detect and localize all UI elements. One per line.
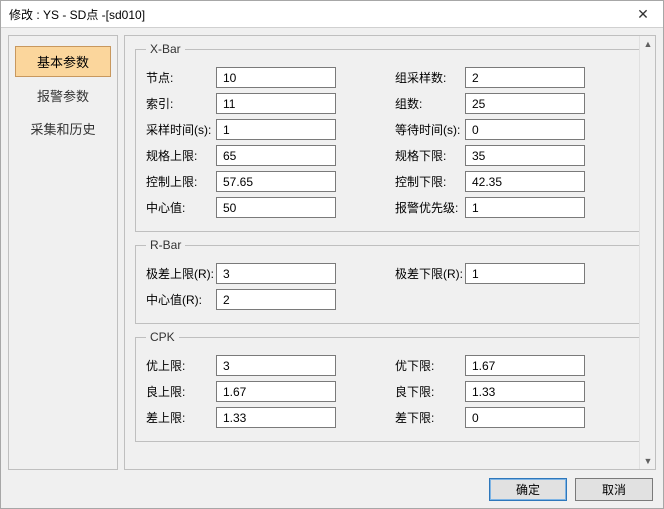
label-range-upper: 极差上限(R): (146, 265, 216, 282)
label-wait-time: 等待时间(s): (395, 121, 465, 138)
label-node: 节点: (146, 69, 216, 86)
content-panel: X-Bar 节点: 组采样数: 索引: (124, 35, 656, 470)
group-cpk-legend: CPK (146, 330, 179, 344)
sidebar-item-label: 报警参数 (37, 89, 89, 104)
chevron-up-icon: ▲ (644, 39, 653, 49)
input-index[interactable] (216, 93, 336, 114)
chevron-down-icon: ▼ (644, 456, 653, 466)
label-exc-lower: 优下限: (395, 357, 465, 374)
label-range-lower: 极差下限(R): (395, 265, 465, 282)
input-sample-time[interactable] (216, 119, 336, 140)
group-rbar-legend: R-Bar (146, 238, 185, 252)
close-icon: ✕ (637, 6, 649, 23)
dialog-window: 修改 : YS - SD点 -[sd010] ✕ 基本参数 报警参数 采集和历史… (0, 0, 664, 509)
input-exc-upper[interactable] (216, 355, 336, 376)
input-exc-lower[interactable] (465, 355, 585, 376)
sidebar-item-collect-history[interactable]: 采集和历史 (15, 114, 111, 143)
group-xbar-legend: X-Bar (146, 42, 185, 56)
footer: 确定 取消 (1, 470, 663, 508)
input-spec-upper[interactable] (216, 145, 336, 166)
input-ctrl-lower[interactable] (465, 171, 585, 192)
label-exc-upper: 优上限: (146, 357, 216, 374)
label-spec-upper: 规格上限: (146, 147, 216, 164)
scroll-area: X-Bar 节点: 组采样数: 索引: (125, 36, 639, 469)
scroll-up-button[interactable]: ▲ (640, 36, 656, 52)
sidebar: 基本参数 报警参数 采集和历史 (8, 35, 118, 470)
label-good-upper: 良上限: (146, 383, 216, 400)
ok-button-label: 确定 (516, 481, 540, 498)
input-poor-lower[interactable] (465, 407, 585, 428)
input-good-lower[interactable] (465, 381, 585, 402)
cancel-button[interactable]: 取消 (575, 478, 653, 501)
label-spec-lower: 规格下限: (395, 147, 465, 164)
input-node[interactable] (216, 67, 336, 88)
titlebar: 修改 : YS - SD点 -[sd010] ✕ (1, 1, 663, 28)
input-good-upper[interactable] (216, 381, 336, 402)
sidebar-item-basic-params[interactable]: 基本参数 (15, 46, 111, 77)
window-title: 修改 : YS - SD点 -[sd010] (9, 6, 145, 23)
label-group-count: 组数: (395, 95, 465, 112)
cancel-button-label: 取消 (602, 481, 626, 498)
label-poor-lower: 差下限: (395, 409, 465, 426)
label-index: 索引: (146, 95, 216, 112)
group-xbar: X-Bar 节点: 组采样数: 索引: (135, 42, 639, 232)
label-poor-upper: 差上限: (146, 409, 216, 426)
body-area: 基本参数 报警参数 采集和历史 X-Bar 节点: (1, 28, 663, 470)
vertical-scrollbar[interactable]: ▲ ▼ (639, 36, 655, 469)
input-range-lower[interactable] (465, 263, 585, 284)
label-sample-time: 采样时间(s): (146, 121, 216, 138)
input-center-r[interactable] (216, 289, 336, 310)
label-ctrl-upper: 控制上限: (146, 173, 216, 190)
scroll-down-button[interactable]: ▼ (640, 453, 656, 469)
input-center[interactable] (216, 197, 336, 218)
label-ctrl-lower: 控制下限: (395, 173, 465, 190)
label-center-r: 中心值(R): (146, 291, 216, 308)
ok-button[interactable]: 确定 (489, 478, 567, 501)
input-group-count[interactable] (465, 93, 585, 114)
sidebar-item-label: 采集和历史 (30, 122, 95, 137)
close-button[interactable]: ✕ (623, 1, 663, 27)
input-poor-upper[interactable] (216, 407, 336, 428)
input-spec-lower[interactable] (465, 145, 585, 166)
input-alarm-prio[interactable] (465, 197, 585, 218)
label-group-samples: 组采样数: (395, 69, 465, 86)
label-good-lower: 良下限: (395, 383, 465, 400)
input-group-samples[interactable] (465, 67, 585, 88)
group-cpk: CPK 优上限: 优下限: 良上限: (135, 330, 639, 442)
group-rbar: R-Bar 极差上限(R): 极差下限(R): 中心值( (135, 238, 639, 324)
sidebar-item-label: 基本参数 (37, 55, 89, 70)
label-alarm-prio: 报警优先级: (395, 199, 465, 216)
label-center: 中心值: (146, 199, 216, 216)
input-ctrl-upper[interactable] (216, 171, 336, 192)
input-range-upper[interactable] (216, 263, 336, 284)
input-wait-time[interactable] (465, 119, 585, 140)
sidebar-item-alarm-params[interactable]: 报警参数 (15, 81, 111, 110)
scrollbar-track[interactable] (640, 52, 655, 453)
